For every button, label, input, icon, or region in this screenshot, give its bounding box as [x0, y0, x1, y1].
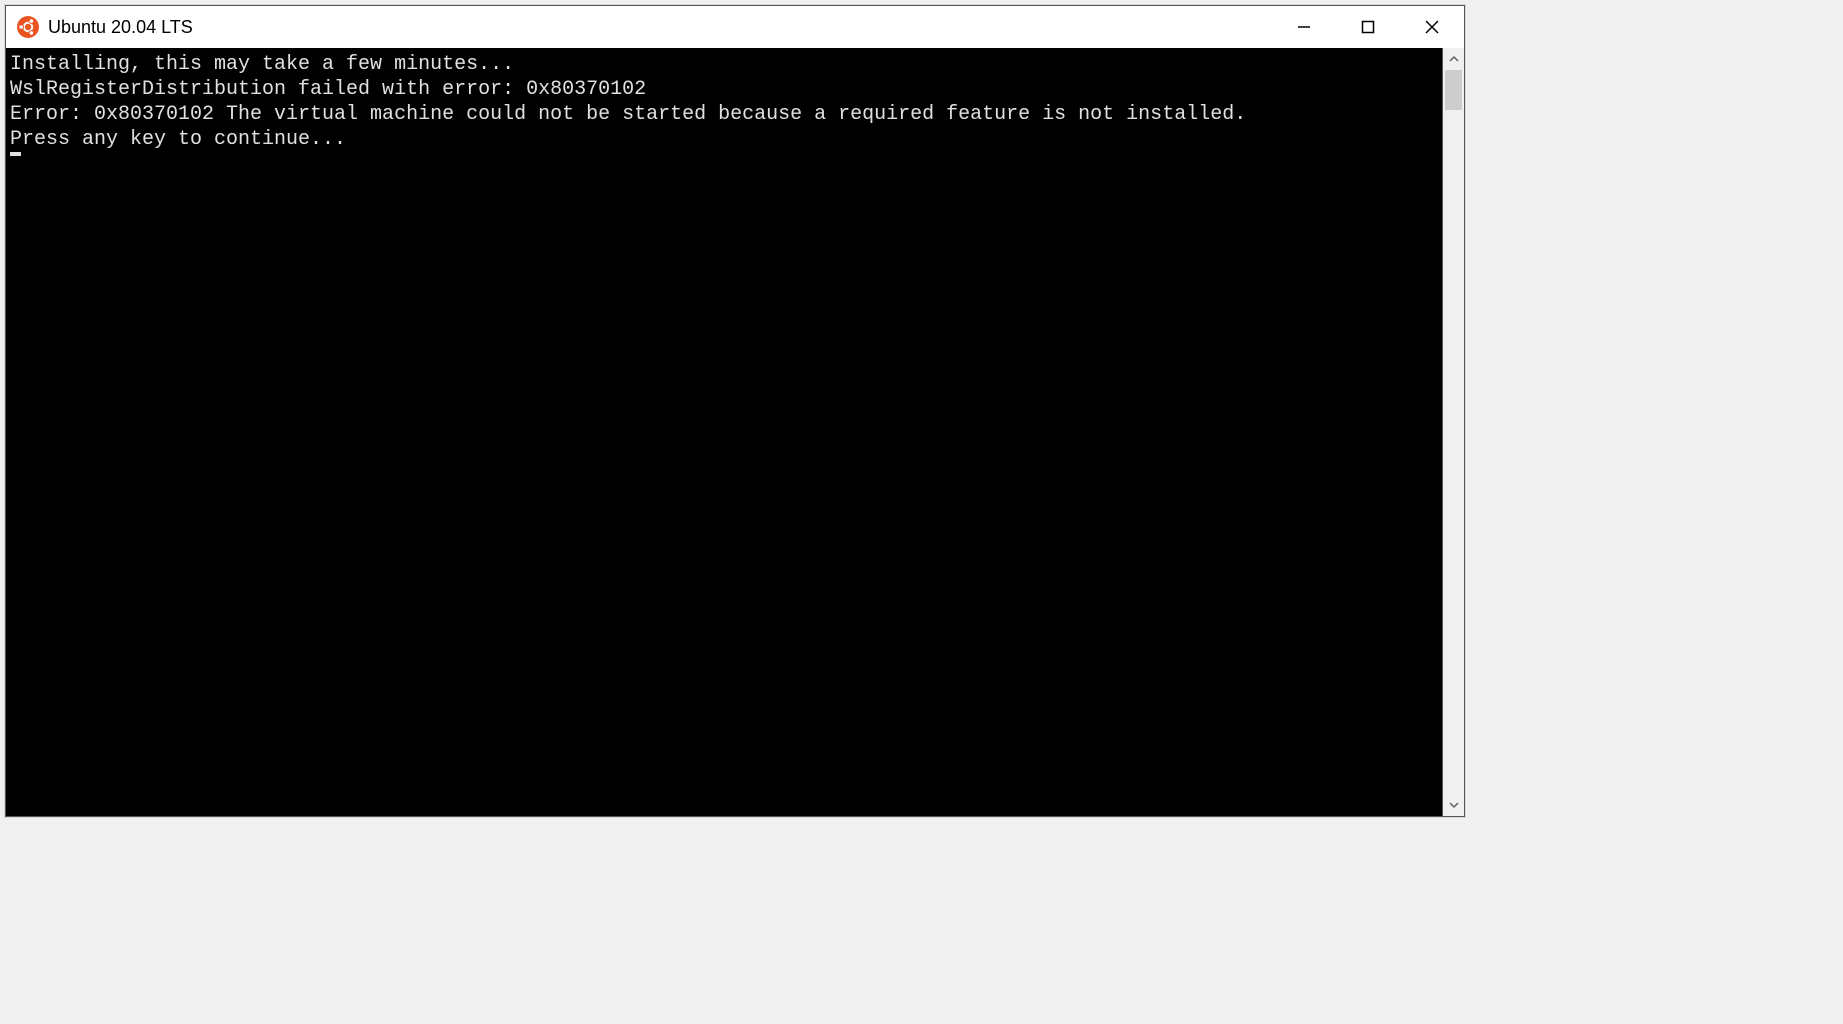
scroll-up-icon[interactable] [1443, 48, 1464, 70]
app-window: Ubuntu 20.04 LTS Installing, this may ta… [5, 5, 1465, 817]
terminal-line: WslRegisterDistribution failed with erro… [10, 77, 1442, 102]
titlebar[interactable]: Ubuntu 20.04 LTS [6, 6, 1464, 48]
close-button[interactable] [1400, 6, 1464, 48]
terminal[interactable]: Installing, this may take a few minutes.… [6, 48, 1442, 816]
terminal-line: Error: 0x80370102 The virtual machine co… [10, 102, 1442, 127]
minimize-button[interactable] [1272, 6, 1336, 48]
scroll-down-icon[interactable] [1443, 794, 1464, 816]
vertical-scrollbar[interactable] [1442, 48, 1464, 816]
cursor-icon [10, 152, 21, 156]
window-title: Ubuntu 20.04 LTS [48, 17, 1272, 38]
maximize-button[interactable] [1336, 6, 1400, 48]
scroll-thumb[interactable] [1445, 70, 1462, 110]
window-controls [1272, 6, 1464, 48]
terminal-line: Installing, this may take a few minutes.… [10, 52, 1442, 77]
terminal-area: Installing, this may take a few minutes.… [6, 48, 1464, 816]
terminal-cursor-line [10, 152, 1442, 177]
ubuntu-icon [16, 15, 40, 39]
terminal-line: Press any key to continue... [10, 127, 1442, 152]
scroll-track[interactable] [1443, 70, 1464, 794]
